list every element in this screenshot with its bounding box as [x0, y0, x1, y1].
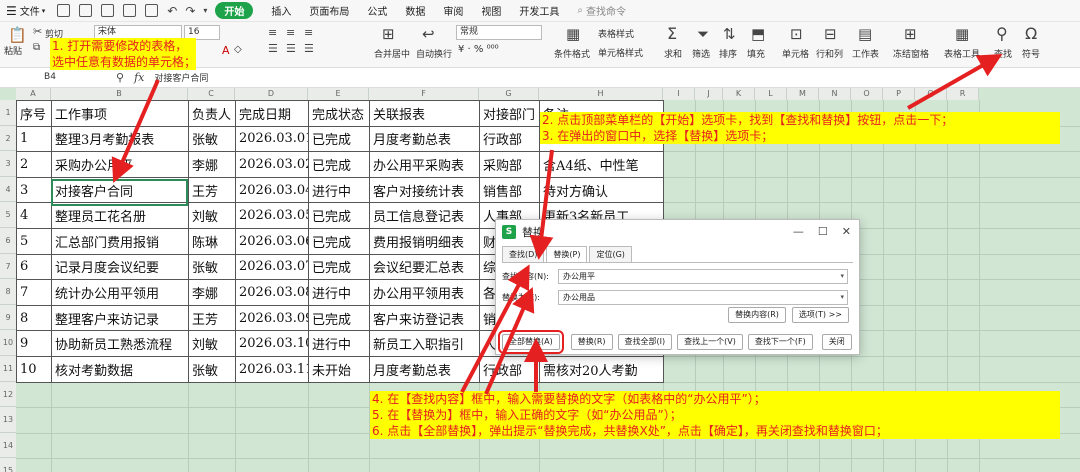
annotation-arrows [111, 54, 1003, 395]
arrow-to-replace-tab [529, 149, 554, 260]
arrow-to-replace-input [484, 287, 535, 395]
arrow-to-find [907, 54, 1003, 110]
arrow-to-cell [111, 79, 160, 184]
